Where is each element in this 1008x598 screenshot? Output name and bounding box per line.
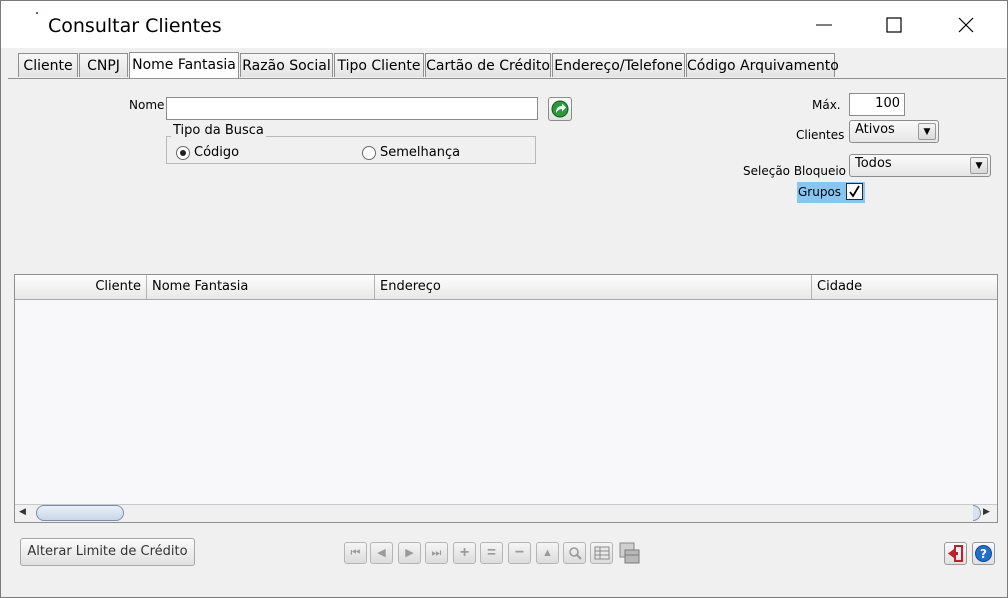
minimize-button[interactable] [801, 1, 847, 48]
clientes-select-value: Ativos [855, 122, 895, 137]
up-icon: ▲ [542, 547, 553, 559]
minus-icon: − [514, 544, 525, 561]
close-icon [958, 17, 974, 32]
selecao-bloqueio-label: Seleção Bloqueio [743, 164, 847, 178]
max-input[interactable]: 100 [849, 93, 905, 116]
minimize-icon [816, 24, 832, 25]
search-go-button[interactable] [548, 97, 572, 121]
tab-cartao-credito[interactable]: Cartão de Crédito [425, 53, 551, 77]
window-title: Consultar Clientes [48, 15, 222, 37]
nav-prev-button[interactable]: ◀ [370, 542, 393, 564]
prev-icon: ◀ [377, 547, 386, 559]
radio-codigo[interactable] [176, 146, 190, 160]
scroll-thumb[interactable] [36, 505, 124, 521]
exit-button[interactable] [944, 542, 967, 565]
nav-search-button[interactable] [563, 542, 586, 564]
clientes-select[interactable]: Ativos ▼ [849, 120, 939, 143]
nav-up-button[interactable]: ▲ [536, 542, 559, 564]
maximize-button[interactable] [871, 1, 917, 48]
scroll-left-icon[interactable]: ◀ [19, 506, 26, 517]
nome-input[interactable] [166, 97, 538, 120]
nav-export-button[interactable] [618, 541, 640, 565]
next-icon: ▶ [405, 547, 414, 559]
chevron-down-icon: ▼ [970, 157, 988, 174]
go-arrow-icon [551, 100, 569, 118]
tab-razao-social[interactable]: Razão Social [240, 53, 333, 77]
horizontal-scrollbar[interactable]: ◀ ▶ [15, 504, 997, 522]
col-header-cliente[interactable]: Cliente [15, 275, 147, 299]
selecao-bloqueio-value: Todos [855, 156, 892, 171]
check-icon [849, 185, 860, 198]
tipo-busca-label: Tipo da Busca [171, 123, 266, 138]
last-icon: ⏭ [431, 547, 442, 559]
grupos-label: Grupos [798, 185, 842, 199]
nav-last-button[interactable]: ⏭ [425, 542, 448, 564]
nav-edit-button[interactable]: = [480, 542, 503, 564]
tab-cliente[interactable]: Cliente [18, 53, 78, 77]
nav-add-button[interactable]: + [453, 542, 476, 564]
help-icon: ? [975, 545, 992, 562]
col-header-endereco[interactable]: Endereço [375, 275, 812, 299]
exit-icon [948, 545, 963, 562]
tab-tipo-cliente[interactable]: Tipo Cliente [334, 53, 424, 77]
tab-endereco-telefone[interactable]: Endereço/Telefone [552, 53, 685, 77]
grid-body[interactable] [15, 300, 997, 505]
max-label: Máx. [812, 98, 841, 112]
grupos-checkbox[interactable] [846, 183, 863, 200]
radio-semelhanca-label[interactable]: Semelhança [380, 145, 460, 160]
clientes-label: Clientes [796, 128, 845, 142]
export-icon [619, 542, 640, 564]
title-bar: Consultar Clientes [1, 1, 1007, 48]
nav-next-button[interactable]: ▶ [398, 542, 421, 564]
scroll-thumb-end [973, 505, 981, 521]
col-header-cidade[interactable]: Cidade [812, 275, 997, 299]
chevron-down-icon: ▼ [918, 123, 936, 140]
equals-icon: = [487, 544, 496, 561]
search-icon [568, 547, 582, 560]
col-header-nome-fantasia[interactable]: Nome Fantasia [147, 275, 375, 299]
window: Consultar Clientes Cliente CNPJ Nome Fan… [0, 0, 1008, 598]
radio-semelhanca[interactable] [362, 146, 376, 160]
close-button[interactable] [943, 1, 989, 48]
tab-codigo-arquivamento[interactable]: Código Arquivamento [686, 53, 839, 77]
alterar-limite-credito-button[interactable]: Alterar Limite de Crédito [20, 538, 195, 566]
scroll-right-icon[interactable]: ▶ [983, 506, 990, 517]
results-grid: Cliente Nome Fantasia Endereço Cidade ◀ … [14, 274, 998, 523]
tab-nome-fantasia[interactable]: Nome Fantasia [129, 52, 239, 78]
radio-codigo-label[interactable]: Código [194, 145, 239, 160]
app-icon [36, 12, 38, 14]
selecao-bloqueio-select[interactable]: Todos ▼ [849, 154, 991, 177]
svg-text:?: ? [980, 547, 987, 561]
plus-icon: + [459, 544, 470, 561]
tab-cnpj[interactable]: CNPJ [79, 53, 128, 77]
grid-header: Cliente Nome Fantasia Endereço Cidade [15, 275, 997, 300]
maximize-icon [886, 16, 902, 33]
nav-first-button[interactable]: ⏮ [344, 542, 367, 564]
help-button[interactable]: ? [972, 542, 995, 565]
first-icon: ⏮ [350, 547, 361, 559]
nome-label: Nome [129, 98, 165, 112]
nav-remove-button[interactable]: − [508, 542, 531, 564]
nav-grid-button[interactable] [590, 542, 613, 564]
grid-icon [594, 546, 609, 560]
